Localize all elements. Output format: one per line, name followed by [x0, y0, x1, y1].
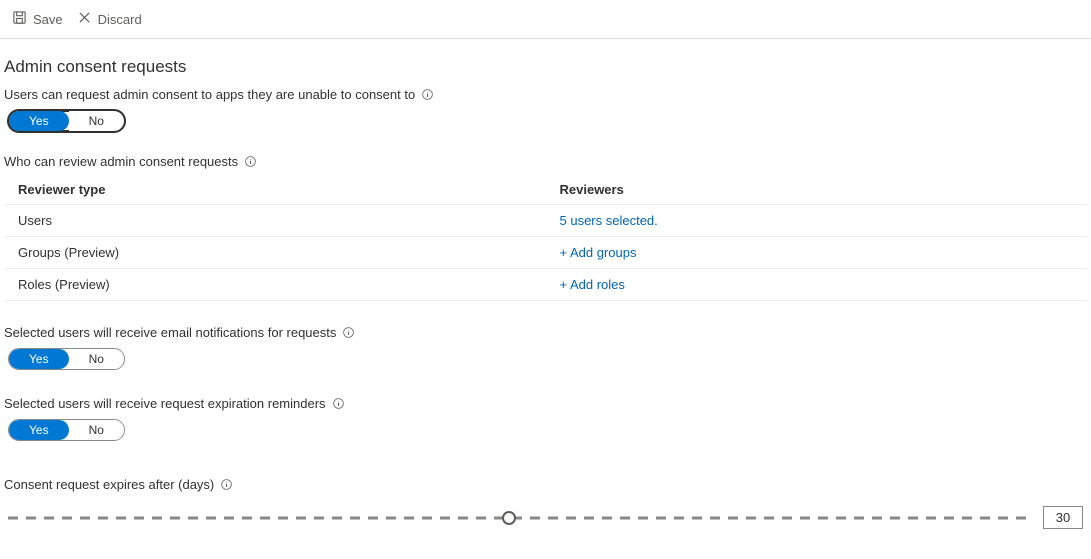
toggle-option-no[interactable]: No	[69, 111, 124, 131]
add-roles-link[interactable]: + Add roles	[560, 277, 625, 292]
content: Admin consent requests Users can request…	[0, 39, 1091, 559]
info-icon[interactable]	[421, 88, 434, 101]
save-button[interactable]: Save	[12, 10, 63, 28]
slider-track	[8, 516, 1031, 519]
info-icon[interactable]	[244, 155, 257, 168]
reviewer-table: Reviewer type Reviewers Users 5 users se…	[4, 175, 1087, 301]
expires-after-value[interactable]: 30	[1043, 506, 1083, 529]
setting-label: Selected users will receive email notifi…	[4, 325, 336, 340]
cell-reviewer-type: Roles (Preview)	[4, 269, 546, 301]
page-title: Admin consent requests	[4, 57, 1087, 77]
toggle-option-yes[interactable]: Yes	[9, 349, 69, 369]
setting-users-can-request-label: Users can request admin consent to apps …	[4, 87, 1087, 102]
setting-label: Users can request admin consent to apps …	[4, 87, 415, 102]
toggle-option-no[interactable]: No	[69, 349, 124, 369]
info-icon[interactable]	[332, 397, 345, 410]
save-icon	[12, 10, 27, 28]
info-icon[interactable]	[342, 326, 355, 339]
toggle-email-notifications[interactable]: Yes No	[8, 348, 125, 370]
cell-reviewer-type: Users	[4, 205, 546, 237]
save-button-label: Save	[33, 12, 63, 27]
table-row: Users 5 users selected.	[4, 205, 1087, 237]
toggle-expiration-reminders[interactable]: Yes No	[8, 419, 125, 441]
expires-after-slider[interactable]	[8, 510, 1031, 526]
close-icon	[77, 10, 92, 28]
add-groups-link[interactable]: + Add groups	[560, 245, 637, 260]
table-row: Groups (Preview) + Add groups	[4, 237, 1087, 269]
reviewers-link-users[interactable]: 5 users selected.	[560, 213, 658, 228]
setting-expires-after-label: Consent request expires after (days)	[4, 477, 1087, 492]
setting-label: Selected users will receive request expi…	[4, 396, 326, 411]
col-reviewer-type: Reviewer type	[4, 175, 546, 205]
col-reviewers: Reviewers	[546, 175, 1088, 205]
table-header-row: Reviewer type Reviewers	[4, 175, 1087, 205]
cell-reviewer-type: Groups (Preview)	[4, 237, 546, 269]
who-can-review-heading: Who can review admin consent requests	[4, 154, 1087, 169]
discard-button[interactable]: Discard	[77, 10, 142, 28]
slider-thumb[interactable]	[502, 511, 516, 525]
toggle-option-yes[interactable]: Yes	[9, 111, 69, 131]
toggle-option-yes[interactable]: Yes	[9, 420, 69, 440]
setting-label: Who can review admin consent requests	[4, 154, 238, 169]
toolbar: Save Discard	[0, 0, 1091, 39]
setting-label: Consent request expires after (days)	[4, 477, 214, 492]
setting-email-notifications-label: Selected users will receive email notifi…	[4, 325, 1087, 340]
expires-after-slider-row: 30	[8, 506, 1083, 529]
discard-button-label: Discard	[98, 12, 142, 27]
table-row: Roles (Preview) + Add roles	[4, 269, 1087, 301]
toggle-users-can-request[interactable]: Yes No	[8, 110, 125, 132]
toggle-option-no[interactable]: No	[69, 420, 124, 440]
info-icon[interactable]	[220, 478, 233, 491]
setting-expiration-reminders-label: Selected users will receive request expi…	[4, 396, 1087, 411]
